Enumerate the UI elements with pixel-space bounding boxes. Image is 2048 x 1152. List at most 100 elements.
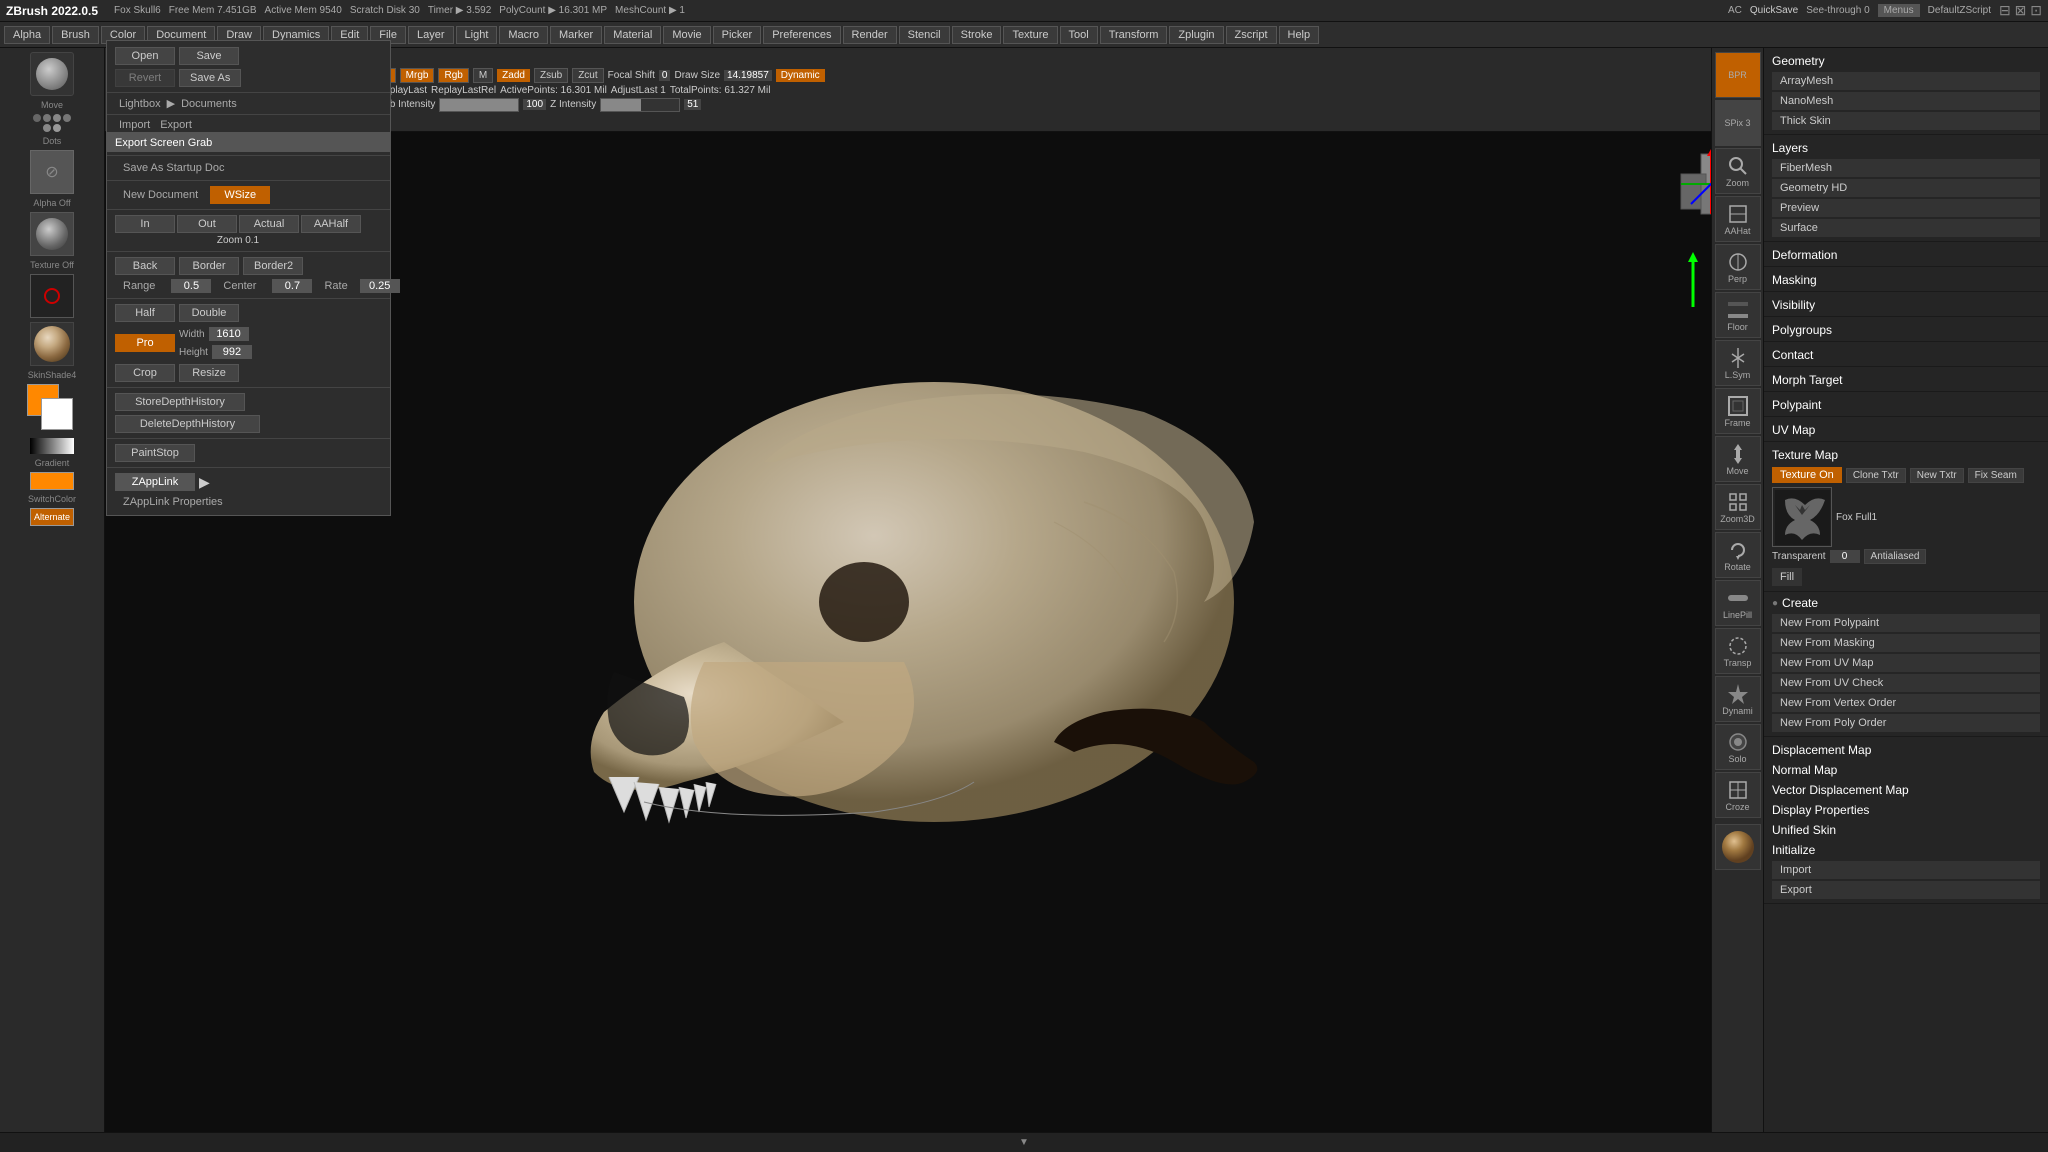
texture-on-btn[interactable]: Texture On bbox=[1772, 467, 1842, 483]
rgb-intensity-value[interactable]: 100 bbox=[523, 99, 546, 110]
adjust-last[interactable]: AdjustLast 1 bbox=[611, 85, 666, 96]
new-from-polypaint-btn[interactable]: New From Polypaint bbox=[1772, 614, 2040, 632]
dots-brush[interactable] bbox=[30, 114, 74, 132]
new-txtr-btn[interactable]: New Txtr bbox=[1910, 468, 1964, 483]
border2-btn[interactable]: Border2 bbox=[243, 257, 303, 275]
rs-zoom3d[interactable]: Zoom3D bbox=[1715, 484, 1761, 530]
rs-perp[interactable]: Perp bbox=[1715, 244, 1761, 290]
zoom-in-btn[interactable]: In bbox=[115, 215, 175, 233]
menu-stroke[interactable]: Stroke bbox=[952, 26, 1002, 44]
nano-mesh-btn[interactable]: NanoMesh bbox=[1772, 92, 2040, 110]
material-preview[interactable] bbox=[30, 322, 74, 366]
texture-map-title[interactable]: Texture Map bbox=[1772, 444, 2040, 464]
draw-size-value[interactable]: 14.19857 bbox=[724, 70, 772, 81]
rs-linepill[interactable]: LinePill bbox=[1715, 580, 1761, 626]
import-link[interactable]: Import bbox=[115, 119, 154, 131]
morph-target-title[interactable]: Morph Target bbox=[1772, 369, 2040, 389]
visibility-title[interactable]: Visibility bbox=[1772, 294, 2040, 314]
param-rgb[interactable]: Rgb bbox=[438, 68, 468, 83]
rs-zoom[interactable]: Zoom bbox=[1715, 148, 1761, 194]
save-as-btn[interactable]: Save As bbox=[179, 69, 241, 87]
rs-lsym[interactable]: L.Sym bbox=[1715, 340, 1761, 386]
rate-value[interactable]: 0.25 bbox=[360, 279, 400, 293]
menus-btn[interactable]: Menus bbox=[1878, 4, 1920, 17]
new-from-uv-check-btn[interactable]: New From UV Check bbox=[1772, 674, 2040, 692]
menu-texture[interactable]: Texture bbox=[1003, 26, 1057, 44]
menu-zscript[interactable]: Zscript bbox=[1226, 26, 1277, 44]
gradient-bar[interactable] bbox=[30, 438, 74, 454]
clone-txtr-btn[interactable]: Clone Txtr bbox=[1846, 468, 1906, 483]
replay-last-rel[interactable]: ReplayLastRel bbox=[431, 85, 496, 96]
preview-btn[interactable]: Preview bbox=[1772, 199, 2040, 217]
save-btn[interactable]: Save bbox=[179, 47, 239, 65]
menu-material[interactable]: Material bbox=[604, 26, 661, 44]
contact-title[interactable]: Contact bbox=[1772, 344, 2040, 364]
rs-floor[interactable]: Floor bbox=[1715, 292, 1761, 338]
transparent-value[interactable]: 0 bbox=[1830, 550, 1860, 563]
menu-marker[interactable]: Marker bbox=[550, 26, 602, 44]
rgb-intensity-slider[interactable] bbox=[439, 98, 519, 112]
double-btn[interactable]: Double bbox=[179, 304, 239, 322]
masking-title[interactable]: Masking bbox=[1772, 269, 2040, 289]
center-value[interactable]: 0.7 bbox=[272, 279, 312, 293]
lightbox-link[interactable]: Lightbox bbox=[115, 98, 165, 110]
default-zscript[interactable]: DefaultZScript bbox=[1928, 5, 1991, 16]
polygroups-title[interactable]: Polygroups bbox=[1772, 319, 2040, 339]
fill-btn[interactable]: Fill bbox=[1772, 568, 1802, 586]
zoom-actual-btn[interactable]: Actual bbox=[239, 215, 299, 233]
menu-stencil[interactable]: Stencil bbox=[899, 26, 950, 44]
zapplink-btn[interactable]: ZAppLink bbox=[115, 473, 195, 491]
rs-dynami[interactable]: Dynami bbox=[1715, 676, 1761, 722]
vector-disp-title[interactable]: Vector Displacement Map bbox=[1772, 779, 2040, 799]
menu-alpha[interactable]: Alpha bbox=[4, 26, 50, 44]
export-link[interactable]: Export bbox=[156, 119, 196, 131]
rs-aahat[interactable]: AAHat bbox=[1715, 196, 1761, 242]
crop-btn[interactable]: Crop bbox=[115, 364, 175, 382]
pro-btn[interactable]: Pro bbox=[115, 334, 175, 352]
rs-croze[interactable]: Croze bbox=[1715, 772, 1761, 818]
menu-macro[interactable]: Macro bbox=[499, 26, 548, 44]
menu-brush[interactable]: Brush bbox=[52, 26, 99, 44]
rs-bpr[interactable]: BPR bbox=[1715, 52, 1761, 98]
initialize-title[interactable]: Initialize bbox=[1772, 839, 2040, 859]
menu-render[interactable]: Render bbox=[843, 26, 897, 44]
param-zcut[interactable]: Zcut bbox=[572, 68, 603, 83]
new-document-label[interactable]: New Document bbox=[115, 188, 206, 202]
menu-movie[interactable]: Movie bbox=[663, 26, 710, 44]
menu-picker[interactable]: Picker bbox=[713, 26, 762, 44]
unified-skin-title[interactable]: Unified Skin bbox=[1772, 819, 2040, 839]
menu-layer[interactable]: Layer bbox=[408, 26, 454, 44]
delete-depth-btn[interactable]: DeleteDepthHistory bbox=[115, 415, 260, 433]
switch-color[interactable] bbox=[30, 472, 74, 490]
rs-frame[interactable]: Frame bbox=[1715, 388, 1761, 434]
height-value[interactable]: 992 bbox=[212, 345, 252, 359]
rs-rotate[interactable]: Rotate bbox=[1715, 532, 1761, 578]
antialiased-btn[interactable]: Antialiased bbox=[1864, 549, 1927, 564]
color-swatches[interactable] bbox=[27, 384, 77, 434]
rs-solo[interactable]: Solo bbox=[1715, 724, 1761, 770]
param-zsub[interactable]: Zsub bbox=[534, 68, 568, 83]
brush-preview[interactable] bbox=[30, 52, 74, 96]
zoom-aahalf-btn[interactable]: AAHalf bbox=[301, 215, 361, 233]
open-btn[interactable]: Open bbox=[115, 47, 175, 65]
layers-title[interactable]: Layers bbox=[1772, 137, 2040, 157]
see-through[interactable]: See-through 0 bbox=[1806, 5, 1869, 16]
uv-map-title[interactable]: UV Map bbox=[1772, 419, 2040, 439]
z-intensity-slider[interactable] bbox=[600, 98, 680, 112]
array-mesh-btn[interactable]: ArrayMesh bbox=[1772, 72, 2040, 90]
z-intensity-value[interactable]: 51 bbox=[684, 99, 701, 110]
menu-transform[interactable]: Transform bbox=[1100, 26, 1168, 44]
new-from-uv-map-btn[interactable]: New From UV Map bbox=[1772, 654, 2040, 672]
polypaint-title[interactable]: Polypaint bbox=[1772, 394, 2040, 414]
half-btn[interactable]: Half bbox=[115, 304, 175, 322]
rs-move[interactable]: Move bbox=[1715, 436, 1761, 482]
rs-spix[interactable]: SPix 3 bbox=[1715, 100, 1761, 146]
alternate-btn[interactable]: Alternate bbox=[30, 508, 74, 526]
texture-off-btn[interactable] bbox=[30, 212, 74, 256]
border-btn[interactable]: Border bbox=[179, 257, 239, 275]
new-from-poly-order-btn[interactable]: New From Poly Order bbox=[1772, 714, 2040, 732]
export-screen-grab[interactable]: Export Screen Grab bbox=[107, 132, 390, 152]
menu-help[interactable]: Help bbox=[1279, 26, 1320, 44]
bottom-arrow[interactable]: ▼ bbox=[1019, 1137, 1029, 1148]
brush-indicator[interactable] bbox=[30, 274, 74, 318]
